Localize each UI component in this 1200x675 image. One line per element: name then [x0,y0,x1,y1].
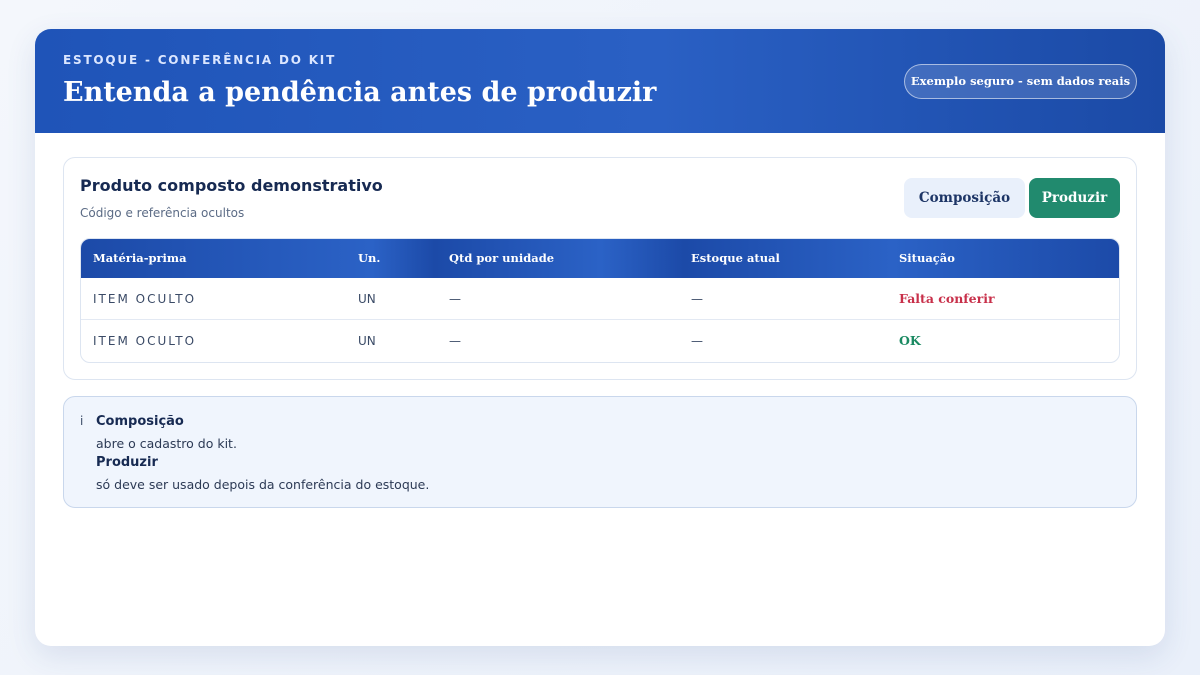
main-card: ESTOQUE - CONFERÊNCIA DO KIT Entenda a p… [35,29,1165,646]
info-box: i Composição abre o cadastro do kit. Pro… [63,396,1137,508]
column-header-material: Matéria-prima [93,251,187,265]
cell-qty: — [449,334,461,348]
status-badge: Falta conferir [899,291,995,306]
produce-button[interactable]: Produzir [1029,178,1120,218]
cell-material: ITEM OCULTO [93,292,197,306]
materials-table: Matéria-prima Un. Qtd por unidade Estoqu… [80,238,1120,363]
column-header-qty: Qtd por unidade [449,251,555,265]
info-icon: i [80,414,84,428]
info-term-produce: Produzir [96,455,158,470]
safe-example-badge: Exemplo seguro - sem dados reais [904,64,1137,99]
info-desc-produce: só deve ser usado depois da conferência … [96,477,430,492]
product-name: Produto composto demonstrativo [80,176,383,195]
column-header-status: Situação [899,251,955,265]
cell-stock: — [691,334,703,348]
product-subtitle: Código e referência ocultos [80,206,245,220]
table-row: ITEM OCULTO UN — — Falta conferir [81,278,1119,320]
cell-unit: UN [358,334,376,348]
cell-qty: — [449,292,461,306]
section-eyebrow: ESTOQUE - CONFERÊNCIA DO KIT [63,53,337,67]
column-header-unit: Un. [358,251,381,265]
table-header: Matéria-prima Un. Qtd por unidade Estoqu… [81,239,1119,278]
page-header: ESTOQUE - CONFERÊNCIA DO KIT Entenda a p… [35,29,1165,133]
column-header-stock: Estoque atual [691,251,780,265]
table-row: ITEM OCULTO UN — — OK [81,320,1119,362]
info-desc-composition: abre o cadastro do kit. [96,436,237,451]
composition-button[interactable]: Composição [904,178,1025,218]
cell-material: ITEM OCULTO [93,334,197,348]
product-panel: Produto composto demonstrativo Código e … [63,157,1137,380]
status-badge: OK [899,333,921,348]
page-title: Entenda a pendência antes de produzir [63,77,657,108]
cell-unit: UN [358,292,376,306]
cell-stock: — [691,292,703,306]
info-term-composition: Composição [96,414,184,429]
